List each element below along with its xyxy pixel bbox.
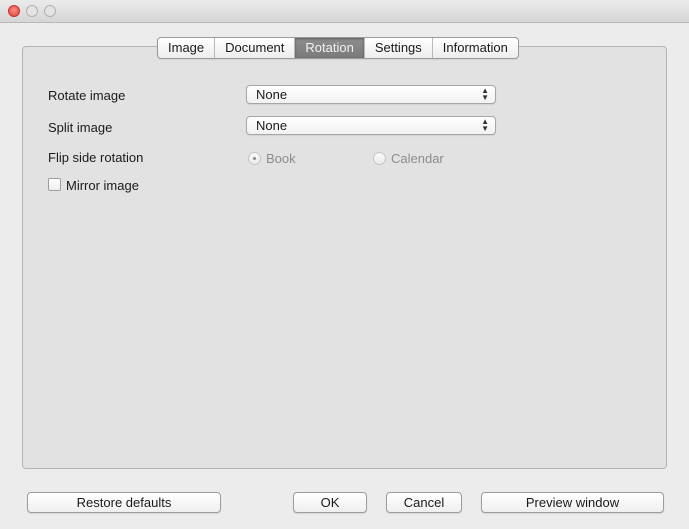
restore-defaults-button[interactable]: Restore defaults: [27, 492, 221, 513]
radio-book-label: Book: [266, 151, 296, 166]
radio-calendar-label: Calendar: [391, 151, 444, 166]
tab-information[interactable]: Information: [433, 38, 518, 58]
mirror-image-checkbox[interactable]: [48, 178, 61, 191]
tab-content-panel: [22, 46, 667, 469]
rotate-image-select[interactable]: None ▲ ▼: [246, 85, 496, 104]
rotate-image-label: Rotate image: [48, 88, 126, 103]
radio-book[interactable]: [248, 152, 261, 165]
cancel-button[interactable]: Cancel: [386, 492, 462, 513]
rotate-image-value: None: [256, 87, 288, 102]
split-image-select[interactable]: None ▲ ▼: [246, 116, 496, 135]
window-titlebar: [0, 0, 689, 23]
radio-calendar[interactable]: [373, 152, 386, 165]
split-image-value: None: [256, 118, 288, 133]
tab-bar: Image Document Rotation Settings Informa…: [157, 37, 519, 59]
ok-button[interactable]: OK: [293, 492, 367, 513]
preview-window-button[interactable]: Preview window: [481, 492, 664, 513]
minimize-icon[interactable]: [26, 5, 38, 17]
updown-arrows-icon: ▲ ▼: [481, 117, 489, 133]
split-image-label: Split image: [48, 120, 113, 135]
tab-rotation[interactable]: Rotation: [295, 38, 365, 58]
updown-arrows-icon: ▲ ▼: [481, 86, 489, 102]
mirror-image-label: Mirror image: [66, 178, 139, 193]
close-icon[interactable]: [8, 5, 20, 17]
zoom-icon[interactable]: [44, 5, 56, 17]
tab-settings[interactable]: Settings: [365, 38, 433, 58]
flip-side-rotation-label: Flip side rotation: [48, 150, 144, 165]
radio-selected-dot-icon: [253, 157, 256, 160]
tab-document[interactable]: Document: [215, 38, 296, 58]
tab-image[interactable]: Image: [158, 38, 216, 58]
